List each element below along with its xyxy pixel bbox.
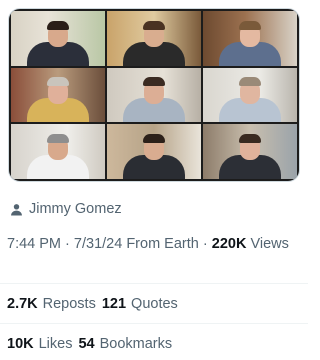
participant-tile <box>107 11 201 66</box>
likes-label: Likes <box>38 336 73 352</box>
post-source: From Earth <box>126 236 199 252</box>
participant-tile <box>107 124 201 179</box>
meta-separator: · <box>65 236 70 252</box>
reposts-count: 2.7K <box>7 296 38 312</box>
bookmarks-count: 54 <box>78 336 95 352</box>
post-media-video-call[interactable] <box>8 8 300 182</box>
views-count: 220K <box>211 236 247 252</box>
views-label: Views <box>250 236 289 252</box>
repost-quote-stats: 2.7K Reposts 121 Quotes <box>7 296 178 312</box>
participant-tile <box>11 67 105 123</box>
participant-tile <box>203 124 297 179</box>
participant-tile <box>203 11 297 66</box>
post-time[interactable]: 7:44 PM <box>7 236 61 252</box>
participant-tile <box>107 67 201 123</box>
tagged-person-name: Jimmy Gomez <box>29 201 122 217</box>
likes-count: 10K <box>7 336 34 352</box>
participant-tile <box>11 11 105 66</box>
quotes-stat[interactable]: 121 Quotes <box>102 296 178 312</box>
meta-separator: · <box>202 236 208 252</box>
reposts-stat[interactable]: 2.7K Reposts <box>7 296 96 312</box>
likes-stat[interactable]: 10K Likes <box>7 336 72 352</box>
participant-tile <box>11 124 105 179</box>
quotes-label: Quotes <box>131 296 178 312</box>
post-date[interactable]: 7/31/24 <box>74 236 122 252</box>
participant-tile <box>203 67 297 123</box>
person-icon <box>11 203 22 215</box>
bookmarks-stat[interactable]: 54 Bookmarks <box>78 336 172 352</box>
divider <box>0 283 308 284</box>
tagged-person[interactable]: Jimmy Gomez <box>10 201 122 217</box>
video-call-grid <box>11 11 297 179</box>
bookmarks-label: Bookmarks <box>99 336 173 352</box>
likes-bookmarks-stats: 10K Likes 54 Bookmarks <box>7 336 172 352</box>
quotes-count: 121 <box>101 296 127 312</box>
divider <box>0 323 308 324</box>
reposts-label: Reposts <box>42 296 96 312</box>
post-meta: 7:44 PM · 7/31/24 From Earth · 220K View… <box>7 233 299 255</box>
